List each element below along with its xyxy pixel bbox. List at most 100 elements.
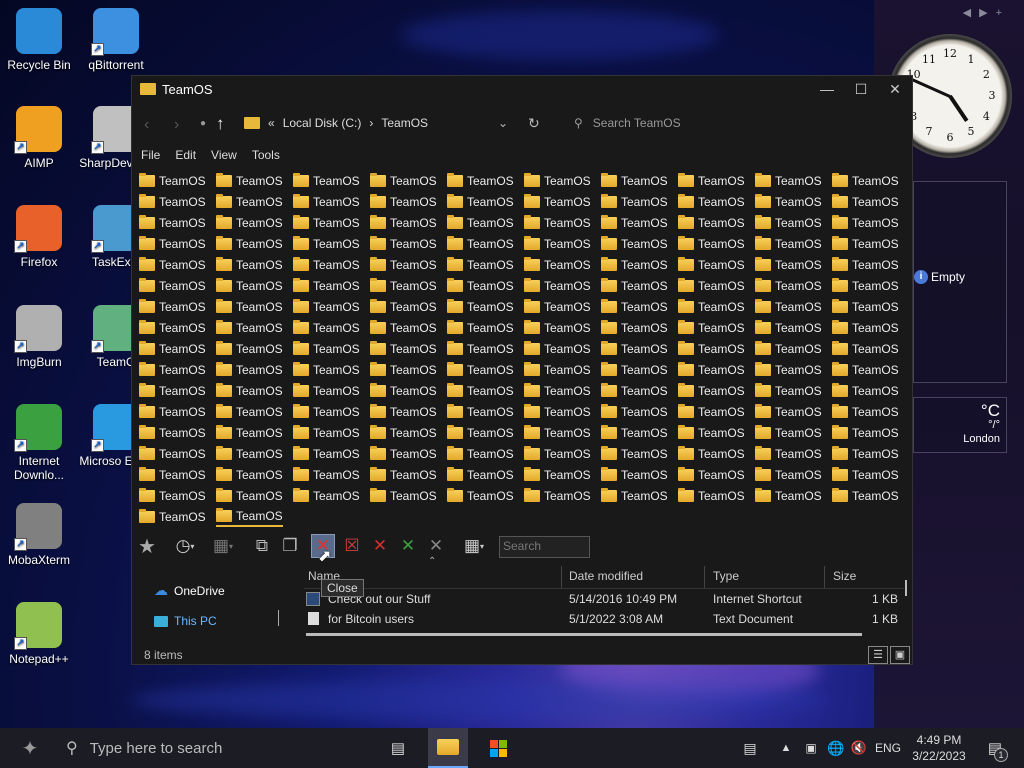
folder-item[interactable]: TeamOS xyxy=(293,381,360,401)
folder-item[interactable]: TeamOS xyxy=(832,255,899,275)
nav-splitter[interactable] xyxy=(278,610,279,626)
close-window-button[interactable]: ✕ xyxy=(878,76,912,102)
folder-item[interactable]: TeamOS xyxy=(601,297,668,317)
folder-item[interactable]: TeamOS xyxy=(293,444,360,464)
folder-item[interactable]: TeamOS xyxy=(216,318,283,338)
folder-item[interactable]: TeamOS xyxy=(678,213,745,233)
folder-item[interactable]: TeamOS xyxy=(139,234,206,254)
folder-item[interactable]: TeamOS xyxy=(139,360,206,380)
column-date[interactable]: Date modified xyxy=(569,569,643,583)
gadget-nav-arrows[interactable]: ◀▶+ xyxy=(963,6,1010,19)
folder-item[interactable]: TeamOS xyxy=(755,486,822,506)
folder-item[interactable]: TeamOS xyxy=(139,381,206,401)
folder-item[interactable]: TeamOS xyxy=(139,318,206,338)
desktop-icon[interactable]: ↗ qBittorrent xyxy=(77,8,155,72)
folder-item[interactable]: TeamOS xyxy=(832,297,899,317)
folder-item[interactable]: TeamOS xyxy=(447,276,514,296)
new-window-icon[interactable]: ❐ xyxy=(278,534,302,558)
folder-item[interactable]: TeamOS xyxy=(755,255,822,275)
folder-item[interactable]: TeamOS xyxy=(447,318,514,338)
folder-item[interactable]: TeamOS xyxy=(447,213,514,233)
folder-item[interactable]: TeamOS xyxy=(524,171,591,191)
nav-item-onedrive[interactable]: ☁ OneDrive xyxy=(154,582,225,599)
folder-item[interactable]: TeamOS xyxy=(755,234,822,254)
folder-item[interactable]: TeamOS xyxy=(755,444,822,464)
folder-item[interactable]: TeamOS xyxy=(293,213,360,233)
folder-item[interactable]: TeamOS xyxy=(370,318,437,338)
folder-item[interactable]: TeamOS xyxy=(524,423,591,443)
folder-item[interactable]: TeamOS xyxy=(370,192,437,212)
view-options-icon[interactable]: ▦ ▾ xyxy=(456,534,492,558)
folder-item[interactable]: TeamOS xyxy=(755,192,822,212)
start-button[interactable]: ✦ xyxy=(10,728,50,768)
folder-item[interactable]: TeamOS xyxy=(216,444,283,464)
volume-muted-icon[interactable]: 🔇 xyxy=(848,728,870,768)
folder-item[interactable]: TeamOS xyxy=(832,402,899,422)
folder-item[interactable]: TeamOS xyxy=(524,276,591,296)
folder-item[interactable]: TeamOS xyxy=(293,297,360,317)
folder-item[interactable]: TeamOS xyxy=(755,318,822,338)
folder-item[interactable]: TeamOS xyxy=(678,276,745,296)
folder-item[interactable]: TeamOS xyxy=(601,318,668,338)
folder-item[interactable]: TeamOS xyxy=(447,486,514,506)
folder-item[interactable]: TeamOS xyxy=(293,276,360,296)
search-input[interactable]: ⚲ Search TeamOS xyxy=(574,116,681,130)
forward-arrow-icon[interactable]: › xyxy=(174,116,179,134)
folder-item[interactable]: TeamOS xyxy=(678,339,745,359)
folder-item[interactable]: TeamOS xyxy=(524,486,591,506)
folder-item[interactable]: TeamOS xyxy=(524,360,591,380)
folder-item[interactable]: TeamOS xyxy=(832,318,899,338)
folder-item[interactable]: TeamOS xyxy=(524,213,591,233)
folder-item[interactable]: TeamOS xyxy=(216,402,283,422)
toolbar-search-input[interactable]: Search xyxy=(499,536,590,558)
refresh-icon[interactable]: ↻ xyxy=(528,115,540,132)
folder-item[interactable]: TeamOS xyxy=(524,234,591,254)
desktop-icon[interactable]: ↗ AIMP xyxy=(0,106,78,170)
horizontal-scrollbar[interactable] xyxy=(306,633,862,636)
table-row[interactable]: Check out our Stuff 5/14/2016 10:49 PM I… xyxy=(304,588,904,608)
column-type[interactable]: Type xyxy=(713,569,739,583)
breadcrumb-drive[interactable]: Local Disk (C:) xyxy=(283,116,362,130)
folder-item[interactable]: TeamOS xyxy=(524,381,591,401)
folder-item[interactable]: TeamOS xyxy=(139,171,206,191)
folder-item[interactable]: TeamOS xyxy=(601,171,668,191)
folder-item[interactable]: TeamOS xyxy=(370,171,437,191)
folder-item[interactable]: TeamOS xyxy=(293,465,360,485)
folder-item[interactable]: TeamOS xyxy=(832,339,899,359)
folder-item[interactable]: TeamOS xyxy=(678,486,745,506)
folder-item[interactable]: TeamOS xyxy=(216,486,283,506)
folder-item[interactable]: TeamOS xyxy=(755,213,822,233)
table-row[interactable]: for Bitcoin users 5/1/2022 3:08 AM Text … xyxy=(304,609,904,629)
folder-item[interactable]: TeamOS xyxy=(139,276,206,296)
vertical-scrollbar[interactable] xyxy=(905,580,907,596)
windows-icon[interactable]: ▦ ▾ xyxy=(208,534,238,558)
folder-item[interactable]: TeamOS xyxy=(755,276,822,296)
folder-item[interactable]: TeamOS xyxy=(524,339,591,359)
folder-item[interactable]: TeamOS xyxy=(678,465,745,485)
task-view-icon[interactable]: ▤ xyxy=(380,728,416,768)
folder-item[interactable]: TeamOS xyxy=(678,297,745,317)
folder-item[interactable]: TeamOS xyxy=(293,423,360,443)
folder-item[interactable]: TeamOS xyxy=(524,444,591,464)
folder-item[interactable]: TeamOS xyxy=(524,465,591,485)
folder-item[interactable]: TeamOS xyxy=(447,339,514,359)
folder-item[interactable]: TeamOS xyxy=(524,318,591,338)
copy-path-icon[interactable]: ⧉ xyxy=(250,534,274,558)
folder-item[interactable]: TeamOS xyxy=(293,339,360,359)
folder-item[interactable]: TeamOS xyxy=(832,171,899,191)
folder-item[interactable]: TeamOS xyxy=(216,276,283,296)
folder-item[interactable]: TeamOS xyxy=(216,507,283,527)
network-icon[interactable]: 🌐 xyxy=(824,728,848,768)
folder-item[interactable]: TeamOS xyxy=(601,339,668,359)
menu-edit[interactable]: Edit xyxy=(175,148,196,162)
title-bar[interactable]: TeamOS — ☐ ✕ xyxy=(132,76,912,102)
folder-item[interactable]: TeamOS xyxy=(370,402,437,422)
close-left-icon[interactable]: ✕ xyxy=(396,534,420,558)
folder-item[interactable]: TeamOS xyxy=(139,192,206,212)
folder-item[interactable]: TeamOS xyxy=(370,486,437,506)
folder-item[interactable]: TeamOS xyxy=(601,465,668,485)
folder-item[interactable]: TeamOS xyxy=(293,402,360,422)
folder-item[interactable]: TeamOS xyxy=(601,276,668,296)
folder-item[interactable]: TeamOS xyxy=(139,423,206,443)
folder-item[interactable]: TeamOS xyxy=(601,213,668,233)
